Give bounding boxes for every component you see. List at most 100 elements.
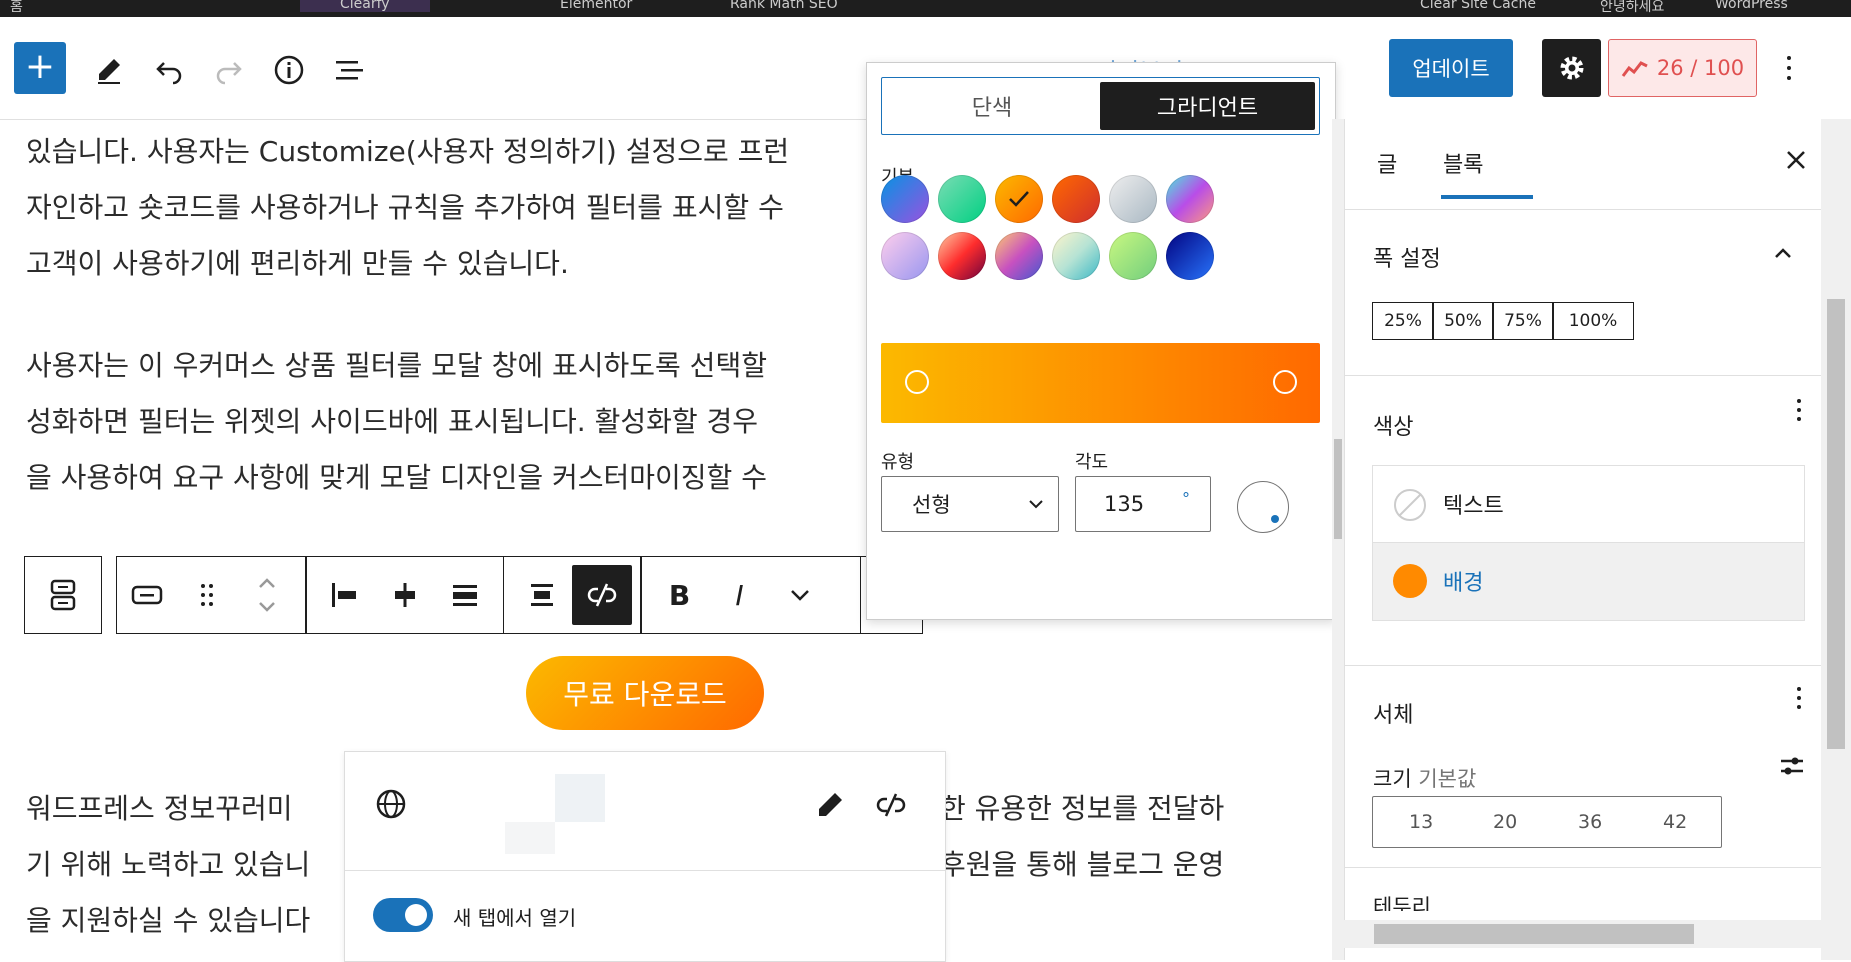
tab-block[interactable]: 블록 xyxy=(1443,147,1483,179)
gradient-swatch-midnight[interactable] xyxy=(1166,232,1214,280)
gradient-start-handle[interactable] xyxy=(905,370,929,394)
tab-gradient[interactable]: 그라디언트 xyxy=(1100,82,1315,130)
font-size-option[interactable]: 13 xyxy=(1409,811,1433,833)
gradient-end-handle[interactable] xyxy=(1273,370,1297,394)
font-size-option[interactable]: 20 xyxy=(1493,811,1517,833)
download-button[interactable]: 무료 다운로드 xyxy=(526,656,764,730)
gradient-type-select[interactable]: 선형 xyxy=(881,476,1059,532)
admin-bar-item-home[interactable]: 홈 xyxy=(10,0,23,16)
more-options-button[interactable] xyxy=(1774,48,1804,88)
chevron-up-icon[interactable] xyxy=(1773,245,1793,264)
button-style-icon[interactable] xyxy=(117,565,177,625)
close-icon[interactable] xyxy=(1785,149,1807,175)
gradient-swatch-very-light-gray-to-cyan-bluish-gray[interactable] xyxy=(1109,175,1157,223)
width-option-50[interactable]: 50% xyxy=(1432,302,1494,340)
gradient-swatch-light-green-cyan-to-vivid-green-cyan[interactable] xyxy=(938,175,986,223)
background-color-swatch xyxy=(1393,564,1427,598)
block-toolbar: B I xyxy=(24,556,923,634)
gradient-swatch-cool-to-warm-spectrum[interactable] xyxy=(1166,175,1214,223)
chevron-down-icon xyxy=(1029,500,1043,509)
justify-center-icon[interactable] xyxy=(375,565,435,625)
bold-button[interactable]: B xyxy=(650,565,710,625)
gradient-swatch-luminous-vivid-orange-to-vivid-red[interactable] xyxy=(1052,175,1100,223)
gradient-type-value: 선형 xyxy=(912,493,951,517)
width-option-100[interactable]: 100% xyxy=(1552,302,1634,340)
gradient-swatch-blush-bordeaux[interactable] xyxy=(938,232,986,280)
paragraph-line: 사용자는 이 우커머스 상품 필터를 모달 창에 표시하도록 선택할 xyxy=(26,349,767,382)
paragraph-3[interactable]: 워드프레스 정보꾸러미 기 위해 노력하고 있습니 을 지원하실 수 있습니다 xyxy=(26,781,310,949)
block-type-button[interactable] xyxy=(24,556,102,634)
gradient-swatch-vivid-cyan-blue-to-vivid-purple[interactable] xyxy=(881,175,929,223)
tab-solid[interactable]: 단색 xyxy=(886,82,1098,130)
gradient-swatch-luminous-vivid-amber-to-luminous-vivid-orange[interactable] xyxy=(995,175,1043,223)
pen-icon[interactable] xyxy=(89,50,129,90)
admin-bar-item-rank-math[interactable]: Rank Math SEO xyxy=(730,0,838,12)
admin-bar-item-clearfy[interactable]: Clearfy xyxy=(300,0,430,12)
paragraph-line: 고객이 사용하기에 편리하게 만들 수 있습니다. xyxy=(26,247,569,280)
admin-bar-item-site[interactable]: WordPress xyxy=(1715,0,1788,12)
gradient-swatch-luminous-dusk[interactable] xyxy=(995,232,1043,280)
sidebar-scrollbar[interactable] xyxy=(1821,119,1851,960)
sidebar-horizontal-scrollbar[interactable] xyxy=(1344,920,1821,948)
color-items: 텍스트 배경 xyxy=(1372,465,1805,621)
color-item-background[interactable]: 배경 xyxy=(1373,543,1804,620)
tab-post[interactable]: 글 xyxy=(1377,147,1397,179)
link-url-preview[interactable] xyxy=(445,774,625,854)
font-size-option[interactable]: 36 xyxy=(1578,811,1602,833)
paragraph-line: 후원을 통해 블로그 운영 xyxy=(940,848,1225,881)
edit-link-icon[interactable] xyxy=(815,790,845,824)
editor-scrollbar[interactable] xyxy=(1332,119,1344,960)
color-item-text[interactable]: 텍스트 xyxy=(1373,466,1804,543)
rank-math-icon xyxy=(1621,61,1648,77)
unlink-icon[interactable] xyxy=(875,790,907,824)
custom-size-icon[interactable] xyxy=(1779,753,1805,783)
admin-bar: 홈 Clearfy Elementor Rank Math SEO Clear … xyxy=(0,0,1851,17)
paragraph-1[interactable]: 있습니다. 사용자는 Customize(사용자 정의하기) 설정으로 프런 자… xyxy=(26,124,789,292)
font-size-picker: 13 20 36 42 xyxy=(1372,796,1722,848)
seo-score-button[interactable]: 26 / 100 xyxy=(1608,39,1757,97)
paragraph-2[interactable]: 사용자는 이 우커머스 상품 필터를 모달 창에 표시하도록 선택할 성화하면 … xyxy=(26,338,767,506)
link-popover: 새 탭에서 열기 xyxy=(344,751,946,962)
drag-handle-icon[interactable] xyxy=(177,565,237,625)
undo-icon[interactable] xyxy=(149,50,189,90)
new-tab-toggle[interactable] xyxy=(373,898,433,932)
update-button[interactable]: 업데이트 xyxy=(1389,39,1513,97)
gradient-swatch-blush-light-purple[interactable] xyxy=(881,232,929,280)
border-panel-title[interactable]: 테두리 xyxy=(1373,891,1431,911)
more-formatting-icon[interactable] xyxy=(770,565,830,625)
angle-picker-dial[interactable] xyxy=(1237,481,1289,533)
paragraph-line: 있습니다. 사용자는 Customize(사용자 정의하기) 설정으로 프런 xyxy=(26,135,790,168)
admin-bar-item-elementor[interactable]: Elementor xyxy=(560,0,632,12)
color-panel-more-icon[interactable] xyxy=(1797,399,1801,421)
justify-left-icon[interactable] xyxy=(315,565,375,625)
unlink-icon[interactable] xyxy=(572,565,632,625)
list-view-icon[interactable] xyxy=(329,50,369,90)
paragraph-line: 을 사용하여 요구 사항에 맞게 모달 디자인을 커스터마이징할 수 xyxy=(26,461,767,494)
degree-unit: ° xyxy=(1182,489,1190,508)
paragraph-3-right: 한 유용한 정보를 전달하 후원을 통해 블로그 운영 xyxy=(940,781,1224,893)
font-size-option[interactable]: 42 xyxy=(1663,811,1687,833)
move-up-down-icon[interactable] xyxy=(237,565,297,625)
gradient-swatch-electric-grass[interactable] xyxy=(1109,232,1157,280)
seo-score: 26 / 100 xyxy=(1656,56,1745,80)
width-panel-title[interactable]: 폭 설정 xyxy=(1373,241,1441,273)
width-option-75[interactable]: 75% xyxy=(1492,302,1554,340)
paragraph-line: 성화하면 필터는 위젯의 사이드바에 표시됩니다. 활성화할 경우 xyxy=(26,405,759,438)
gradient-preview-bar[interactable] xyxy=(881,343,1320,423)
new-tab-label: 새 탭에서 열기 xyxy=(453,906,577,930)
settings-button[interactable] xyxy=(1542,39,1601,97)
redo-icon[interactable] xyxy=(209,50,249,90)
checkmark-icon xyxy=(1009,191,1029,207)
info-icon[interactable] xyxy=(269,50,309,90)
gradient-swatch-pale-ocean[interactable] xyxy=(1052,232,1100,280)
width-option-25[interactable]: 25% xyxy=(1372,302,1434,340)
color-item-text-label: 텍스트 xyxy=(1443,494,1504,519)
add-block-button[interactable]: + xyxy=(14,42,66,94)
align-icon[interactable] xyxy=(512,565,572,625)
admin-bar-item-clear-cache[interactable]: Clear Site Cache xyxy=(1420,0,1536,12)
angle-input[interactable]: 135 ° xyxy=(1075,476,1211,532)
admin-bar-item-greeting[interactable]: 안녕하세요 xyxy=(1600,0,1664,16)
italic-button[interactable]: I xyxy=(710,565,770,625)
typography-more-icon[interactable] xyxy=(1797,687,1801,709)
justify-space-between-icon[interactable] xyxy=(435,565,495,625)
